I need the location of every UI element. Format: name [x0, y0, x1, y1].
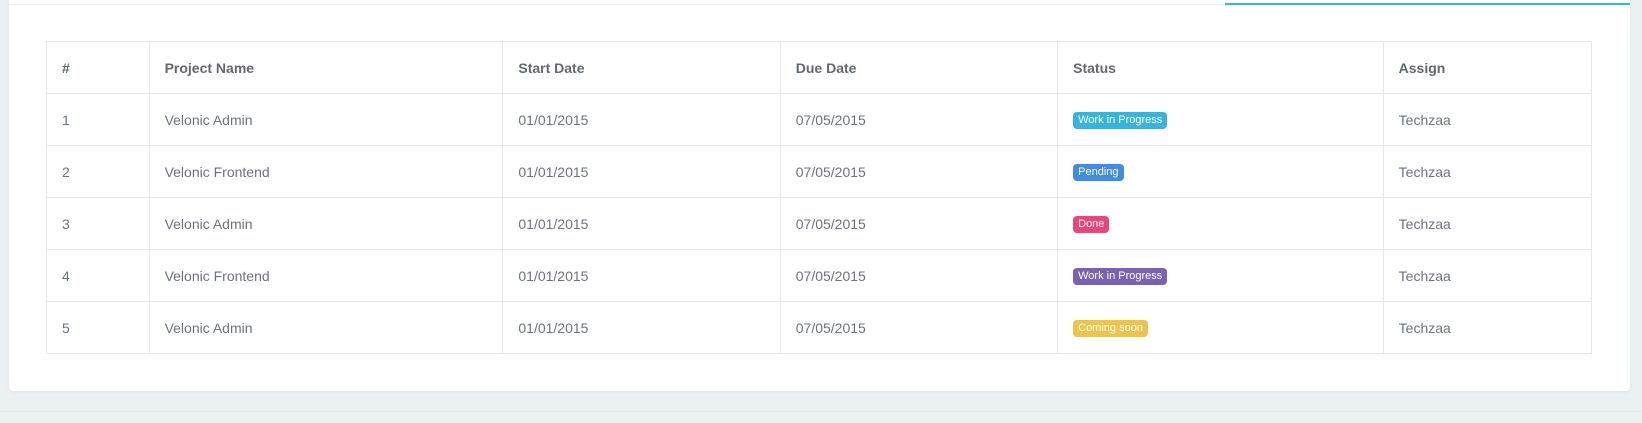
cell-assign: Techzaa [1382, 301, 1593, 354]
cell-status: Done [1057, 197, 1384, 250]
cell-assign: Techzaa [1382, 249, 1593, 302]
projects-table: # Project Name Start Date Due Date Statu… [46, 41, 1593, 354]
cell-number: 1 [46, 93, 150, 146]
status-badge: Work in Progress [1073, 268, 1168, 285]
header-start-date: Start Date [502, 41, 781, 94]
cell-assign: Techzaa [1382, 197, 1593, 250]
status-badge: Done [1073, 216, 1110, 233]
cell-number: 4 [46, 249, 150, 302]
cell-start-date: 01/01/2015 [502, 197, 781, 250]
cell-due-date: 07/05/2015 [779, 197, 1059, 250]
table-row: 1 Velonic Admin 01/01/2015 07/05/2015 Wo… [46, 93, 1593, 146]
cell-status: Work in Progress [1057, 249, 1384, 302]
status-badge: Coming soon [1073, 320, 1148, 337]
cell-project-name: Velonic Admin [148, 301, 504, 354]
cell-project-name: Velonic Frontend [148, 145, 504, 198]
cell-due-date: 07/05/2015 [779, 249, 1059, 302]
table-header-row: # Project Name Start Date Due Date Statu… [46, 41, 1593, 94]
cell-number: 5 [46, 301, 150, 354]
cell-project-name: Velonic Admin [148, 93, 504, 146]
header-assign: Assign [1382, 41, 1593, 94]
header-project-name: Project Name [148, 41, 504, 94]
footer-divider [0, 411, 1642, 412]
projects-table-wrapper: # Project Name Start Date Due Date Statu… [46, 41, 1593, 354]
cell-number: 3 [46, 197, 150, 250]
table-row: 3 Velonic Admin 01/01/2015 07/05/2015 Do… [46, 197, 1593, 250]
cell-project-name: Velonic Frontend [148, 249, 504, 302]
table-row: 4 Velonic Frontend 01/01/2015 07/05/2015… [46, 249, 1593, 302]
active-tab-indicator [1225, 3, 1630, 5]
cell-assign: Techzaa [1382, 93, 1593, 146]
cell-start-date: 01/01/2015 [502, 93, 781, 146]
header-due-date: Due Date [779, 41, 1059, 94]
cell-project-name: Velonic Admin [148, 197, 504, 250]
cell-start-date: 01/01/2015 [502, 249, 781, 302]
status-badge: Work in Progress [1073, 112, 1168, 129]
header-status: Status [1057, 41, 1384, 94]
cell-assign: Techzaa [1382, 145, 1593, 198]
cell-status: Coming soon [1057, 301, 1384, 354]
table-row: 5 Velonic Admin 01/01/2015 07/05/2015 Co… [46, 301, 1593, 354]
cell-status: Work in Progress [1057, 93, 1384, 146]
projects-panel: # Project Name Start Date Due Date Statu… [9, 0, 1630, 391]
cell-start-date: 01/01/2015 [502, 301, 781, 354]
status-badge: Pending [1073, 164, 1124, 181]
header-number: # [46, 41, 150, 94]
cell-start-date: 01/01/2015 [502, 145, 781, 198]
cell-number: 2 [46, 145, 150, 198]
tab-strip [9, 0, 1630, 5]
cell-status: Pending [1057, 145, 1384, 198]
cell-due-date: 07/05/2015 [779, 93, 1059, 146]
table-row: 2 Velonic Frontend 01/01/2015 07/05/2015… [46, 145, 1593, 198]
cell-due-date: 07/05/2015 [779, 301, 1059, 354]
cell-due-date: 07/05/2015 [779, 145, 1059, 198]
